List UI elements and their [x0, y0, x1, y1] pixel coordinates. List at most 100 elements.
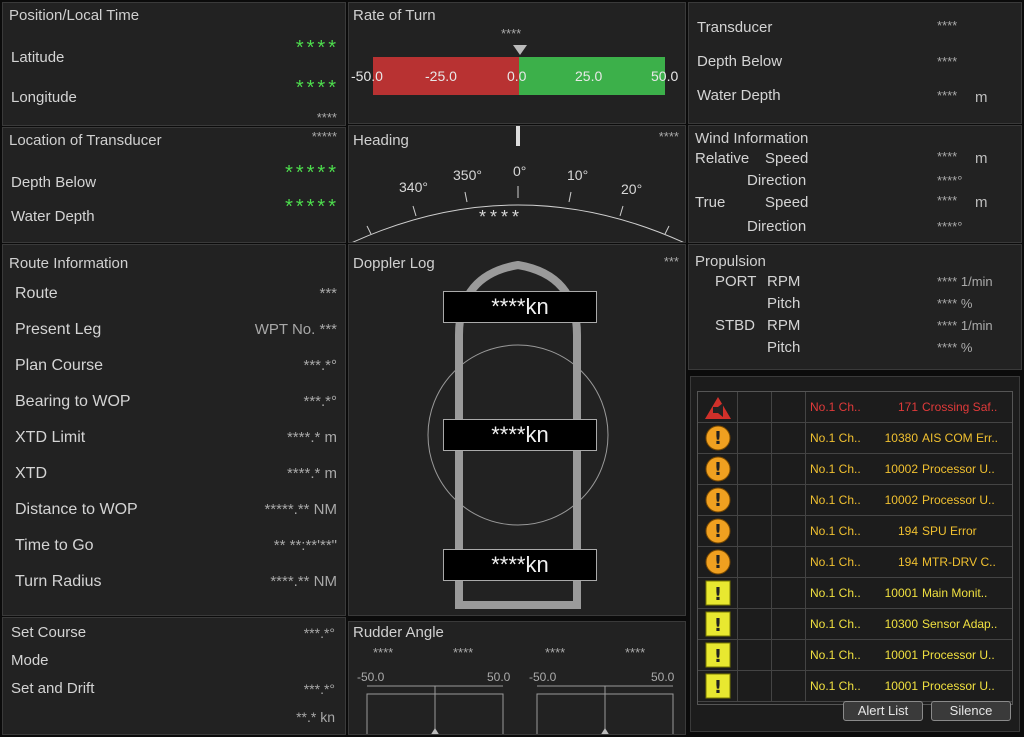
wind-true-label: True: [695, 194, 726, 211]
route-row-label: Route: [15, 285, 58, 302]
caution-square-icon: !: [705, 642, 731, 673]
alert-id: 194: [897, 524, 918, 538]
svg-text:!: !: [714, 428, 722, 449]
wind-relative-speed-label: Speed: [765, 150, 809, 167]
heading-panel: Heading **** 340° 350° 0° 10° 20° ****: [348, 125, 686, 243]
alert-source: No.1 Ch..: [810, 617, 861, 631]
transducer-location-title: Location of Transducer: [9, 132, 162, 149]
doppler-panel: Doppler Log *** ****kn ****kn ****kn: [348, 244, 686, 616]
transducer-panel: Transducer **** Depth Below **** Water D…: [688, 2, 1022, 124]
caution-square-icon: !: [705, 611, 731, 642]
wind-title: Wind Information: [695, 130, 809, 147]
alert-status-cell: [772, 671, 806, 701]
rot-scale-m50: -50.0: [351, 68, 383, 84]
heading-center-value: ****: [479, 207, 524, 227]
route-row-value: ****.* m: [286, 429, 337, 446]
alert-status-cell: [772, 578, 806, 608]
route-panel: Route Information Route *** Present Leg WPT…: [2, 244, 346, 616]
alert-status-cell: [772, 454, 806, 484]
route-row-label: Bearing to WOP: [15, 393, 131, 410]
alert-source: No.1 Ch..: [810, 493, 861, 507]
alert-source: No.1 Ch..: [810, 431, 861, 445]
caution-square-icon: !: [705, 673, 731, 704]
alert-row[interactable]: No.1 Ch.. 171 Crossing Saf..: [698, 392, 1012, 423]
alert-source: No.1 Ch..: [810, 524, 861, 538]
local-time-value: ****: [316, 110, 337, 125]
alert-ack-cell: [738, 547, 772, 577]
alert-row[interactable]: ! No.1 Ch.. 10002 Processor U..: [698, 454, 1012, 485]
doppler-center-speed: ****kn: [443, 419, 597, 451]
latitude-value: ****: [295, 37, 339, 59]
propulsion-panel: Propulsion PORT RPM **** 1/min Pitch ***…: [688, 244, 1022, 370]
alert-message: SPU Error: [922, 524, 977, 538]
heading-scale-20: 20°: [621, 181, 643, 197]
set-drift-value-speed: **.* kn: [296, 709, 335, 725]
rudder-gauges: [366, 685, 674, 734]
alert-row[interactable]: ! No.1 Ch.. 10002 Processor U..: [698, 485, 1012, 516]
wind-true-direction-label: Direction: [747, 218, 807, 235]
transducer-water-depth-unit: m: [975, 89, 988, 106]
set-course-value: ***.*°: [303, 625, 335, 641]
stbd-label: STBD: [715, 317, 756, 334]
route-row-label: Time to Go: [15, 537, 94, 554]
alert-id: 10001: [884, 679, 918, 693]
alert-row[interactable]: ! No.1 Ch.. 10001 Main Monit..: [698, 578, 1012, 609]
alert-row[interactable]: ! No.1 Ch.. 194 SPU Error: [698, 516, 1012, 547]
alert-row[interactable]: ! No.1 Ch.. 194 MTR-DRV C..: [698, 547, 1012, 578]
alert-icon-cell: !: [698, 640, 738, 670]
alert-status-cell: [772, 609, 806, 639]
transducer-title: Transducer: [697, 19, 773, 36]
stbd-pitch-label: Pitch: [767, 339, 801, 356]
alert-icon-cell: !: [698, 547, 738, 577]
warning-circle-icon: !: [705, 518, 731, 549]
alert-message: Processor U..: [922, 493, 995, 507]
svg-text:!: !: [714, 521, 722, 542]
rate-of-turn-value: ****: [501, 26, 522, 41]
svg-text:!: !: [714, 584, 722, 605]
rudder-panel: Rudder Angle **** **** **** **** -50.0 5…: [348, 621, 686, 735]
transducer-water-depth-value: ****: [937, 88, 958, 103]
caution-square-icon: !: [705, 580, 731, 611]
alert-ack-cell: [738, 578, 772, 608]
rate-of-turn-title: Rate of Turn: [353, 7, 436, 24]
alert-row[interactable]: ! No.1 Ch.. 10001 Processor U..: [698, 671, 1012, 702]
route-row-value: ****.** NM: [270, 573, 337, 590]
alert-source: No.1 Ch..: [810, 462, 861, 476]
alert-message: Crossing Saf..: [922, 400, 998, 414]
alert-ack-cell: [738, 516, 772, 546]
set-drift-label: Set and Drift: [11, 680, 95, 697]
longitude-value: ****: [295, 77, 339, 99]
position-panel: Position/Local Time Latitude **** Longit…: [2, 2, 346, 126]
alert-list-button[interactable]: Alert List: [843, 701, 923, 721]
alert-ack-cell: [738, 609, 772, 639]
alert-message: MTR-DRV C..: [922, 555, 996, 569]
alert-status-cell: [772, 423, 806, 453]
depth-below-value: *****: [285, 162, 339, 184]
water-depth-label: Water Depth: [11, 208, 95, 225]
alert-id: 10002: [884, 462, 918, 476]
alert-message: Main Monit..: [922, 586, 988, 600]
alert-row[interactable]: ! No.1 Ch.. 10300 Sensor Adap..: [698, 609, 1012, 640]
alert-row[interactable]: ! No.1 Ch.. 10380 AIS COM Err..: [698, 423, 1012, 454]
route-row-label: Plan Course: [15, 357, 104, 374]
doppler-bow-speed: ****kn: [443, 291, 597, 323]
wind-relative-speed-value: ****: [937, 149, 958, 164]
route-row-label: XTD: [15, 465, 47, 482]
alert-id: 10300: [884, 617, 918, 631]
stbd-rpm-label: RPM: [767, 317, 801, 334]
route-row-label: Turn Radius: [15, 573, 102, 590]
latitude-label: Latitude: [11, 49, 65, 66]
warning-circle-icon: !: [705, 456, 731, 487]
alert-id: 194: [897, 555, 918, 569]
transducer-location-panel: Location of Transducer ***** Depth Below…: [2, 127, 346, 243]
port-rpm-value: **** 1/min: [937, 274, 993, 289]
set-course-panel: Set Course ***.*° Mode Set and Drift ***…: [2, 617, 346, 735]
alert-source: No.1 Ch..: [810, 555, 861, 569]
svg-text:!: !: [714, 615, 722, 636]
alert-row[interactable]: ! No.1 Ch.. 10001 Processor U..: [698, 640, 1012, 671]
silence-button[interactable]: Silence: [931, 701, 1011, 721]
rot-scale-0: 0.0: [507, 68, 527, 84]
rot-scale-50: 50.0: [651, 68, 679, 84]
heading-scale-340: 340°: [399, 179, 428, 195]
alert-ack-cell: [738, 640, 772, 670]
